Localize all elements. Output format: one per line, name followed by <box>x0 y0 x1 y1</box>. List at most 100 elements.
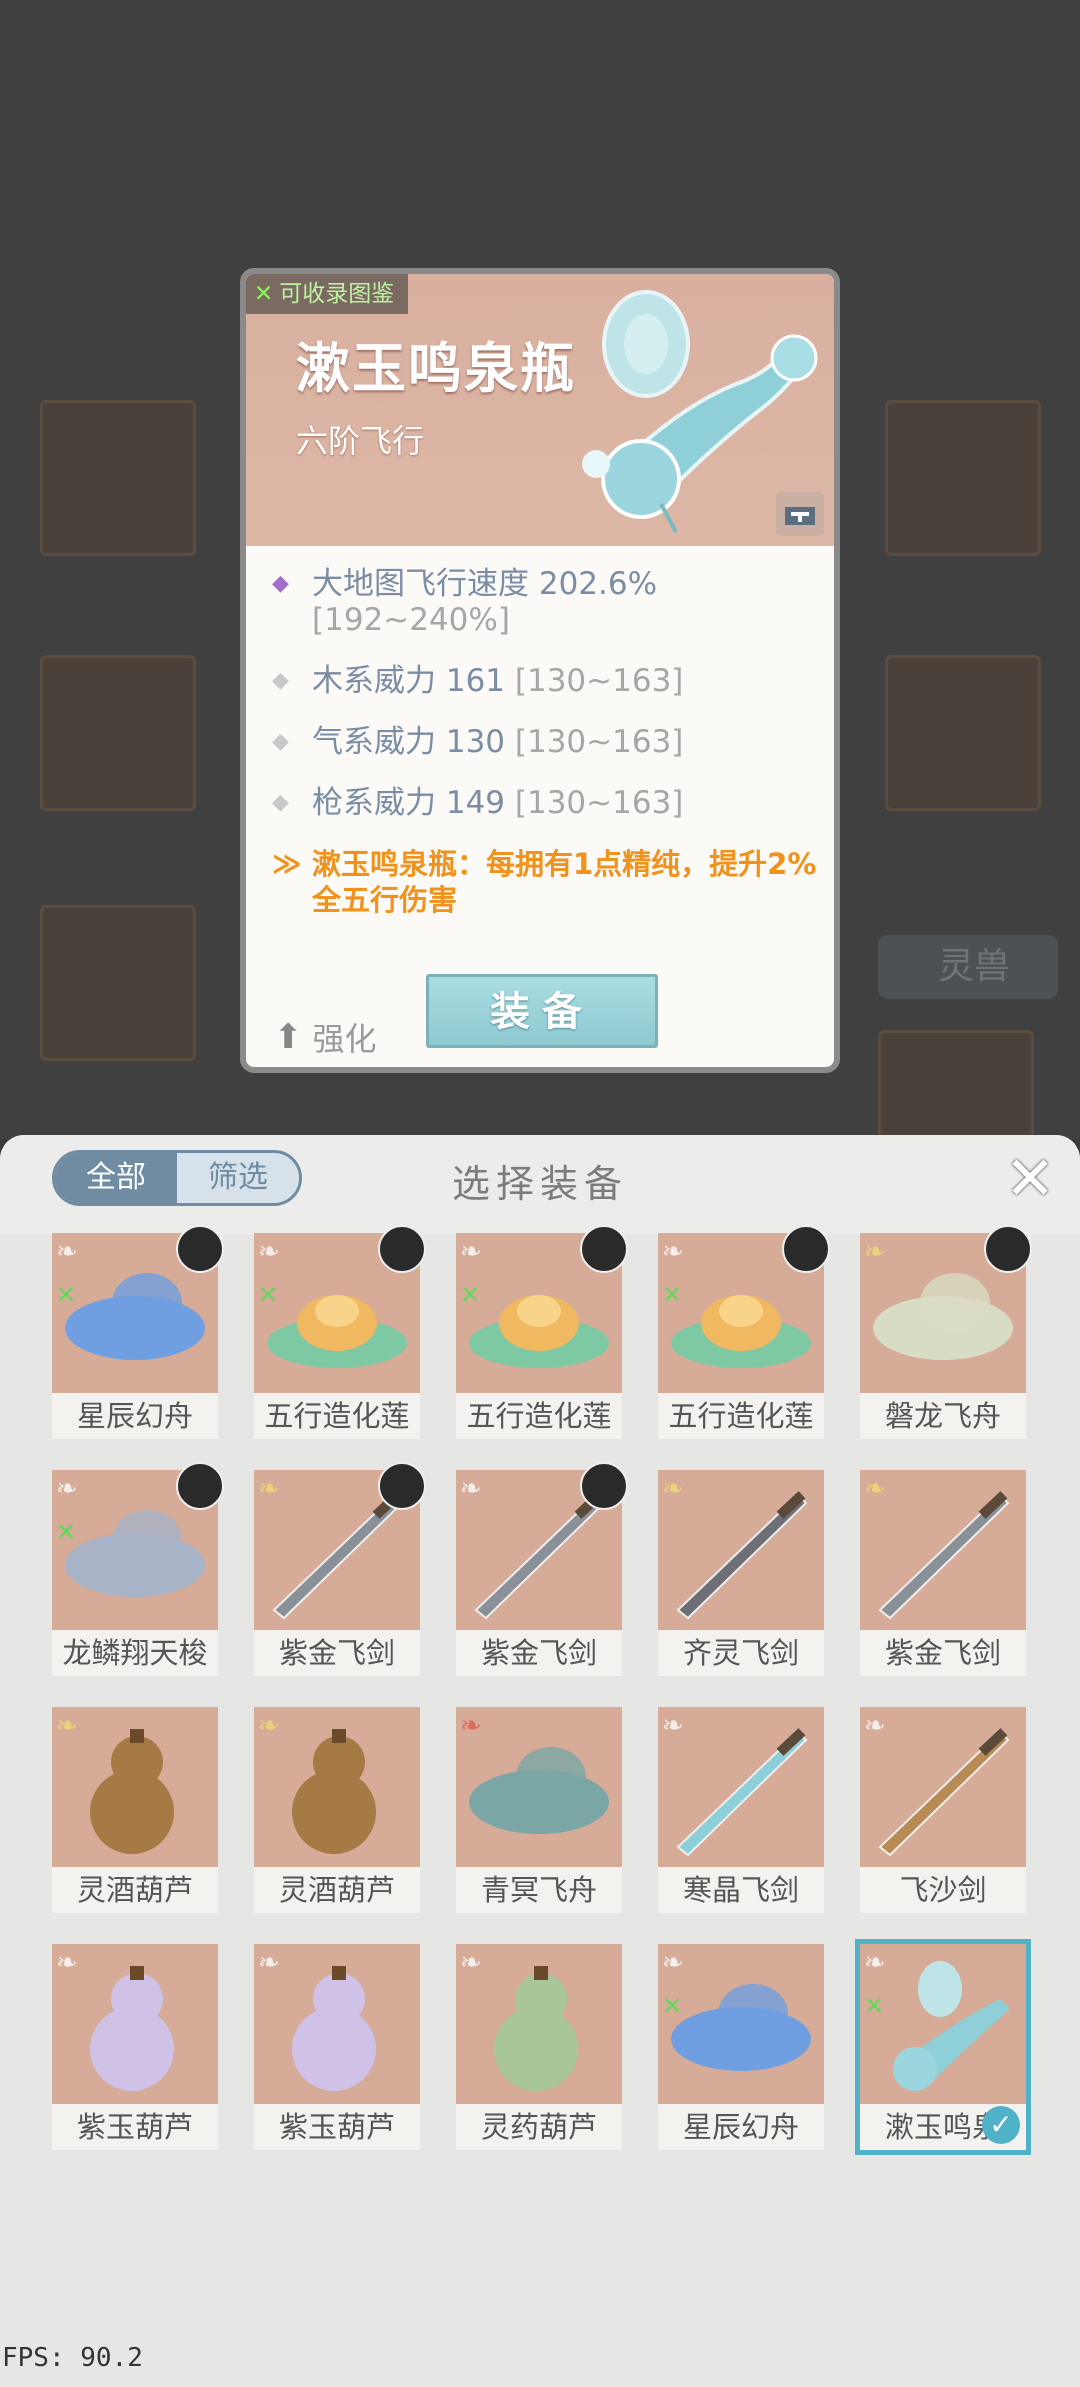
equipment-slot[interactable]: ❧ ✕ 五行造化莲 <box>658 1225 830 1439</box>
equipment-slot[interactable]: ❧ 紫金飞剑 <box>456 1462 628 1676</box>
wing-rank-icon: ❧ <box>662 1948 684 1978</box>
equipment-slot[interactable]: ❧ 青冥飞舟 <box>456 1707 622 1913</box>
special-effect-icon: ≫ <box>272 847 302 880</box>
collectible-icon: ✕ <box>662 1992 683 2020</box>
equipment-slot[interactable]: ❧ ✕ 漱玉鸣泉 ✓ <box>855 1939 1031 2155</box>
equipment-slot[interactable]: ❧ 灵药葫芦 <box>456 1944 622 2150</box>
collectible-tag: ✕ 可收录图鉴 <box>246 274 409 314</box>
stat-text: 大地图飞行速度 202.6% [192~240%] <box>312 566 658 638</box>
wing-rank-icon: ❧ <box>258 1237 280 1267</box>
wing-rank-icon: ❧ <box>56 1948 78 1978</box>
close-icon[interactable]: ✕ <box>1000 1149 1060 1211</box>
wing-rank-icon: ❧ <box>258 1711 280 1741</box>
equipped-by-avatar <box>984 1225 1032 1273</box>
equipment-slot[interactable]: ❧ 紫金飞剑 <box>254 1462 426 1676</box>
equipment-slot[interactable]: ❧ ✕ 星辰幻舟 <box>658 1944 824 2150</box>
item-title: 漱玉鸣泉瓶 <box>296 336 576 400</box>
equipment-name: 五行造化莲 <box>658 1393 824 1439</box>
bg-slot <box>40 400 196 556</box>
stat-text: 气系威力 130 [130~163] <box>312 724 684 760</box>
equipment-slot[interactable]: ❧ 灵酒葫芦 <box>52 1707 218 1913</box>
equipment-slot[interactable]: ❧ ✕ 龙鳞翔天梭 <box>52 1462 224 1676</box>
spirit-beast-tab: 灵兽 <box>878 935 1058 999</box>
collect-icon: ✕ <box>254 281 274 307</box>
equipped-by-avatar <box>378 1225 426 1273</box>
equipment-name: 星辰幻舟 <box>658 2104 824 2150</box>
enhance-label: 强化 <box>312 1020 377 1058</box>
equipment-slot[interactable]: ❧ 紫金飞剑 <box>860 1470 1026 1676</box>
equipment-slot[interactable]: ❧ 齐灵飞剑 <box>658 1470 824 1676</box>
equipment-name: 灵酒葫芦 <box>52 1867 218 1913</box>
wing-rank-icon: ❧ <box>258 1474 280 1504</box>
equipment-slot[interactable]: ❧ 灵酒葫芦 <box>254 1707 420 1913</box>
collectible-icon: ✕ <box>864 1992 885 2020</box>
equipment-name: 寒晶飞剑 <box>658 1867 824 1913</box>
equipment-name: 飞沙剑 <box>860 1867 1026 1913</box>
equipment-name: 星辰幻舟 <box>52 1393 218 1439</box>
equipment-name: 紫玉葫芦 <box>254 2104 420 2150</box>
equipment-slot[interactable]: ❧ 飞沙剑 <box>860 1707 1026 1913</box>
equipment-name: 紫金飞剑 <box>254 1630 420 1676</box>
wing-rank-icon: ❧ <box>56 1237 78 1267</box>
wing-rank-icon: ❧ <box>460 1237 482 1267</box>
wing-rank-icon: ❧ <box>662 1237 684 1267</box>
equipment-slot[interactable]: ❧ ✕ 五行造化莲 <box>456 1225 628 1439</box>
box-icon <box>785 507 815 525</box>
special-effect-text: 漱玉鸣泉瓶：每拥有1点精纯，提升2%全五行伤害 <box>312 847 817 917</box>
equipment-name: 青冥飞舟 <box>456 1867 622 1913</box>
arrow-up-icon: ⬆ <box>274 1017 303 1057</box>
equipment-slot[interactable]: ❧ 寒晶飞剑 <box>658 1707 824 1913</box>
wing-rank-icon: ❧ <box>460 1474 482 1504</box>
equipment-name: 磐龙飞舟 <box>860 1393 1026 1439</box>
checkmark-icon: ✓ <box>982 2106 1020 2144</box>
lock-box-button[interactable] <box>776 492 824 536</box>
equipment-name: 齐灵飞剑 <box>658 1630 824 1676</box>
stat-row: ◆ 木系威力 161 [130~163] <box>272 663 832 699</box>
equipment-name: 紫玉葫芦 <box>52 2104 218 2150</box>
diamond-icon: ◆ <box>272 790 289 815</box>
wing-rank-icon: ❧ <box>460 1711 482 1741</box>
equipped-by-avatar <box>782 1225 830 1273</box>
equipped-by-avatar <box>580 1225 628 1273</box>
equipment-slot[interactable]: ❧ 紫玉葫芦 <box>52 1944 218 2150</box>
stat-text: 木系威力 161 [130~163] <box>312 663 684 699</box>
collectible-icon: ✕ <box>662 1281 683 1309</box>
special-effect-row: ≫ 漱玉鸣泉瓶：每拥有1点精纯，提升2%全五行伤害 <box>272 846 832 918</box>
stat-row: ◆ 气系威力 130 [130~163] <box>272 724 832 760</box>
wing-rank-icon: ❧ <box>258 1948 280 1978</box>
equip-button[interactable]: 装备 <box>426 974 658 1048</box>
enhance-button[interactable]: ⬆ 强化 <box>274 1014 377 1060</box>
collectible-icon: ✕ <box>258 1281 279 1309</box>
equipped-by-avatar <box>378 1462 426 1510</box>
bg-slot <box>885 400 1041 556</box>
item-subtitle: 六阶飞行 <box>296 422 425 460</box>
select-equipment-panel: 全部 筛选 选择装备 ✕ ❧ ✕ 星辰幻舟 ❧ ✕ 五行造化莲 ❧ ✕ 五行造化莲 ❧ ✕ 五行造化莲… <box>0 1135 1080 2387</box>
diamond-icon: ◆ <box>272 571 289 596</box>
equipment-slot[interactable]: ❧ ✕ 星辰幻舟 <box>52 1225 224 1439</box>
equipment-slot[interactable]: ❧ 磐龙飞舟 <box>860 1225 1032 1439</box>
equipped-by-avatar <box>580 1462 628 1510</box>
bg-slot <box>40 905 196 1061</box>
wing-rank-icon: ❧ <box>56 1711 78 1741</box>
collect-tag-label: 可收录图鉴 <box>279 281 395 307</box>
wing-rank-icon: ❧ <box>662 1474 684 1504</box>
equipment-name: 紫金飞剑 <box>456 1630 622 1676</box>
wing-rank-icon: ❧ <box>460 1948 482 1978</box>
equipment-slot[interactable]: ❧ ✕ 五行造化莲 <box>254 1225 426 1439</box>
bg-slot <box>40 655 196 811</box>
collectible-icon: ✕ <box>56 1518 77 1546</box>
collectible-icon: ✕ <box>56 1281 77 1309</box>
diamond-icon: ◆ <box>272 729 289 754</box>
collectible-icon: ✕ <box>460 1281 481 1309</box>
equipment-detail-card: ✕ 可收录图鉴 漱玉鸣泉瓶 六阶飞行 ◆ 大地图飞行速度 202.6% [192~… <box>240 268 840 1073</box>
equipment-name: 五行造化莲 <box>456 1393 622 1439</box>
equipment-name: 灵酒葫芦 <box>254 1867 420 1913</box>
equipment-name: 紫金飞剑 <box>860 1630 1026 1676</box>
equipment-slot[interactable]: ❧ 紫玉葫芦 <box>254 1944 420 2150</box>
stat-text: 枪系威力 149 [130~163] <box>312 785 684 821</box>
card-header: ✕ 可收录图鉴 漱玉鸣泉瓶 六阶飞行 <box>246 274 834 546</box>
equipment-name: 五行造化莲 <box>254 1393 420 1439</box>
bg-slot <box>885 655 1041 811</box>
equipment-name: 灵药葫芦 <box>456 2104 622 2150</box>
wing-rank-icon: ❧ <box>864 1711 886 1741</box>
